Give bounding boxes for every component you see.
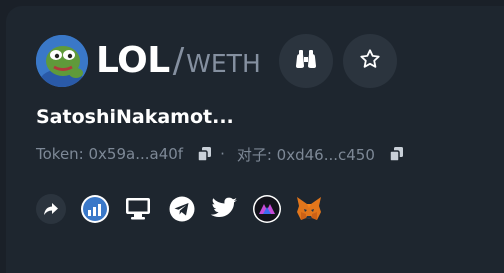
dex-icon[interactable] xyxy=(252,194,282,224)
token-avatar xyxy=(36,35,88,87)
token-symbol: LOL xyxy=(96,40,170,81)
twitter-icon[interactable] xyxy=(209,194,239,224)
quote-token: WETH xyxy=(186,48,261,78)
star-icon xyxy=(359,48,381,74)
copy-pair-address-icon[interactable] xyxy=(389,146,404,162)
address-separator: · xyxy=(220,145,225,163)
share-icon[interactable] xyxy=(36,194,66,224)
social-links xyxy=(36,194,324,224)
metamask-icon[interactable] xyxy=(294,194,324,224)
token-address: Token: 0x59a...a40f xyxy=(36,145,184,163)
pair-slash: / xyxy=(172,41,185,81)
telegram-icon[interactable] xyxy=(167,194,197,224)
website-icon[interactable] xyxy=(123,194,153,224)
binoculars-button[interactable] xyxy=(279,34,333,88)
copy-token-address-icon[interactable] xyxy=(197,146,212,162)
token-info-card: LOL / WETH SatoshiNakamot... Token: 0x59… xyxy=(6,6,504,273)
pair-address: 对子: 0xd46...c450 xyxy=(236,145,375,164)
token-full-name: SatoshiNakamot... xyxy=(36,106,234,128)
favorite-button[interactable] xyxy=(343,34,397,88)
chart-site-icon[interactable] xyxy=(80,194,110,224)
binoculars-icon xyxy=(295,49,317,73)
token-header: LOL / WETH xyxy=(36,34,261,88)
address-row: Token: 0x59a...a40f · 对子: 0xd46...c450 xyxy=(36,144,404,164)
